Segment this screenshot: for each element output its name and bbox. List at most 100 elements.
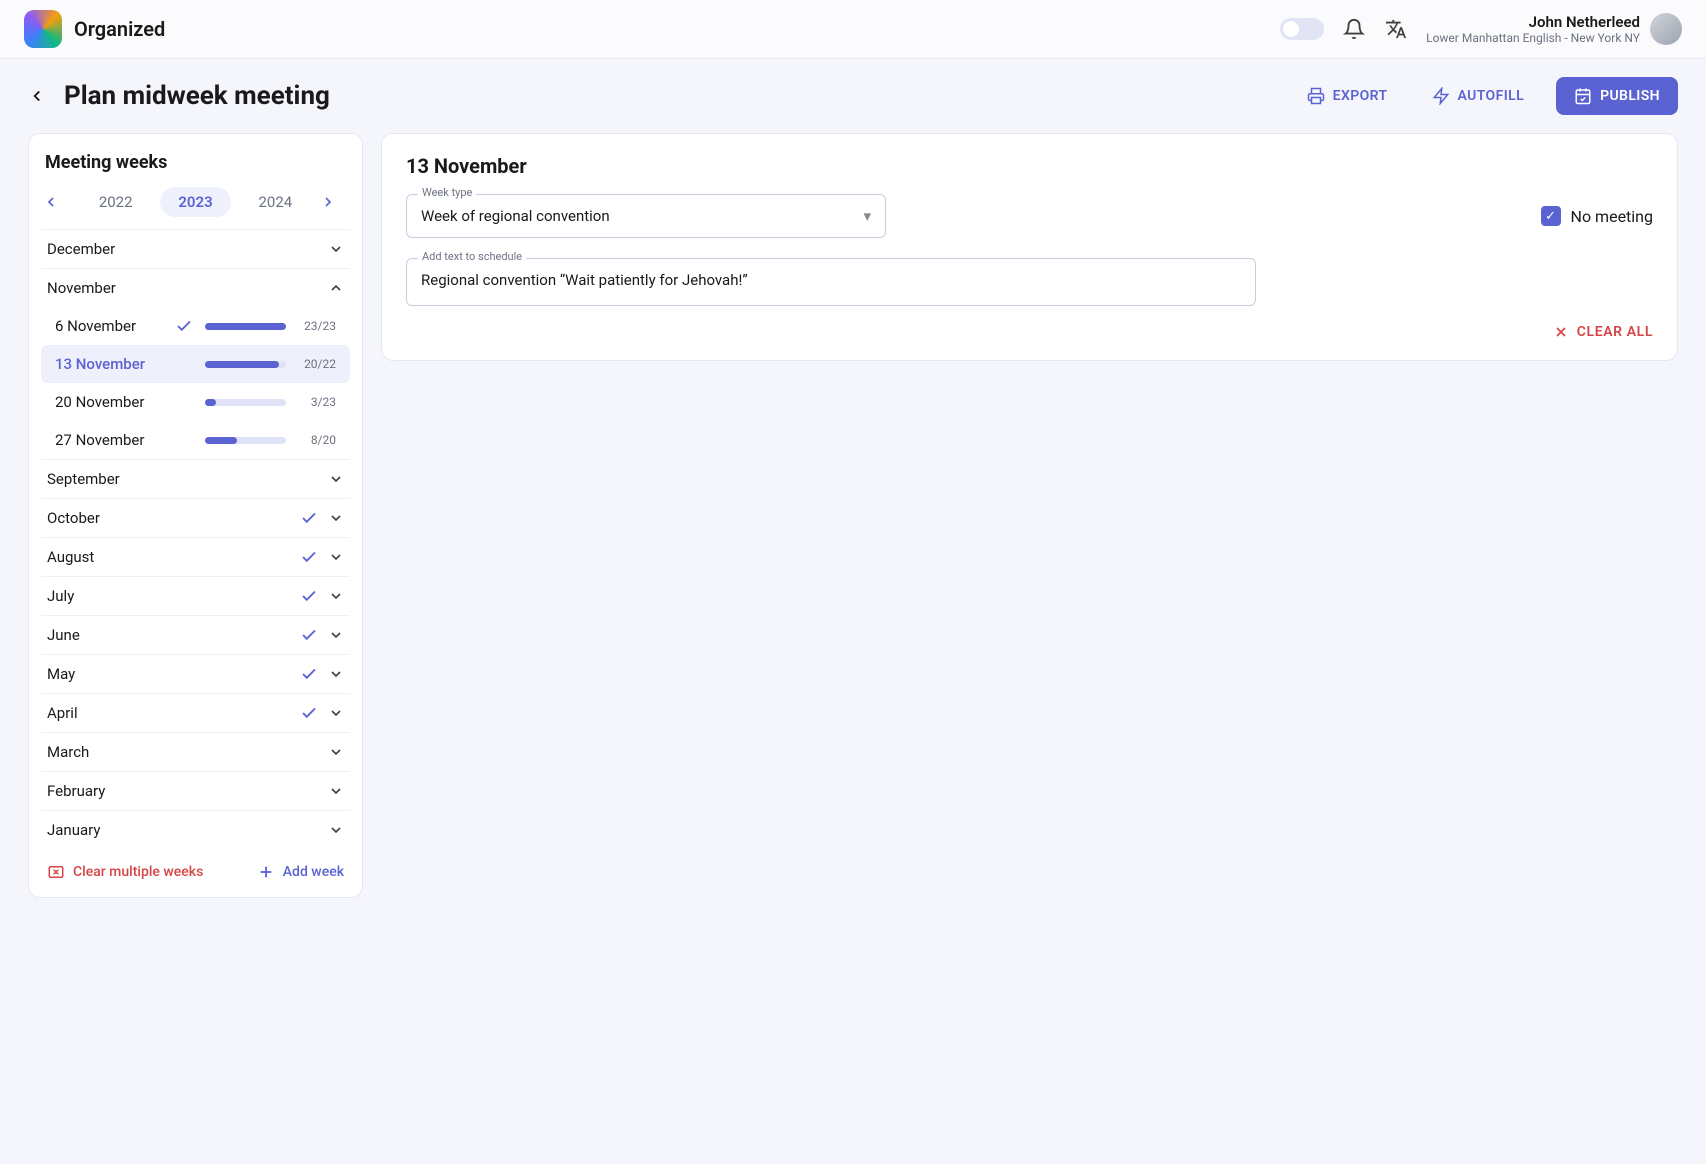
month-row[interactable]: September [41,459,350,498]
year-selector: 2022 2023 2024 [41,187,350,229]
month-row[interactable]: April [41,693,350,732]
progress-bar [205,437,286,444]
chevron-down-icon [328,783,344,799]
dropdown-icon: ▾ [863,207,871,225]
sidebar-title: Meeting weeks [41,152,350,187]
week-row[interactable]: 6 November 23/23 [41,307,350,345]
month-row[interactable]: March [41,732,350,771]
clear-multiple-button[interactable]: Clear multiple weeks [47,863,203,881]
topbar: Organized John Netherleed Lower Manhatta… [0,0,1706,59]
calendar-check-icon [1574,87,1592,105]
year-active[interactable]: 2023 [160,187,230,217]
user-block[interactable]: John Netherleed Lower Manhattan English … [1426,13,1682,45]
week-type-label: Week type [418,186,476,199]
week-count: 8/20 [296,433,336,447]
translate-icon[interactable] [1384,17,1408,41]
progress-bar [205,361,286,368]
month-name: July [47,587,74,605]
back-button[interactable] [28,87,46,105]
month-row[interactable]: December [41,229,350,268]
week-type-select[interactable]: Week of regional convention ▾ [406,194,886,238]
progress-bar [205,323,286,330]
month-name: November [47,279,116,297]
month-name: April [47,704,78,722]
week-label: 27 November [55,431,165,449]
month-row[interactable]: November [41,268,350,307]
week-type-field: Week type Week of regional convention ▾ [406,194,886,238]
chevron-down-icon [328,627,344,643]
chevron-down-icon [328,510,344,526]
schedule-input[interactable]: Regional convention “Wait patiently for … [406,258,1256,306]
year-prev[interactable]: 2022 [81,187,151,217]
month-row[interactable]: July [41,576,350,615]
check-icon [300,626,318,644]
progress-bar [205,399,286,406]
printer-icon [1307,87,1325,105]
month-row[interactable]: October [41,498,350,537]
no-meeting-toggle[interactable]: ✓ No meeting [1541,206,1653,226]
year-prev-button[interactable] [43,194,71,210]
month-row[interactable]: January [41,810,350,849]
chevron-down-icon [328,588,344,604]
autofill-button[interactable]: AUTOFILL [1420,77,1537,115]
check-icon [300,665,318,683]
week-count: 20/22 [296,357,336,371]
app-logo [24,10,62,48]
brand-name: Organized [74,17,165,41]
chevron-down-icon [328,241,344,257]
user-sub: Lower Manhattan English - New York NY [1426,31,1640,45]
week-row[interactable]: 13 November 20/22 [41,345,350,383]
week-count: 23/23 [296,319,336,333]
schedule-label: Add text to schedule [418,250,526,263]
export-button[interactable]: EXPORT [1295,77,1400,115]
month-name: February [47,782,105,800]
month-name: October [47,509,100,527]
chevron-down-icon [328,705,344,721]
month-name: March [47,743,89,761]
close-icon [1553,324,1569,340]
lightning-icon [1432,87,1450,105]
main-title: 13 November [406,154,1653,178]
main-panel: 13 November Week type Week of regional c… [381,133,1678,361]
bell-icon[interactable] [1342,17,1366,41]
check-icon [175,317,195,335]
week-count: 3/23 [296,395,336,409]
check-icon [300,509,318,527]
avatar [1650,13,1682,45]
month-name: September [47,470,120,488]
publish-button[interactable]: PUBLISH [1556,77,1678,115]
chevron-down-icon [328,471,344,487]
month-row[interactable]: February [41,771,350,810]
year-next[interactable]: 2024 [240,187,310,217]
theme-toggle[interactable] [1280,18,1324,40]
chevron-down-icon [328,549,344,565]
topbar-right: John Netherleed Lower Manhattan English … [1280,13,1682,45]
month-row[interactable]: June [41,615,350,654]
week-label: 13 November [55,355,165,373]
sidebar: Meeting weeks 2022 2023 2024 December Nov… [28,133,363,898]
plus-icon [257,863,275,881]
chevron-up-icon [328,280,344,296]
add-week-button[interactable]: Add week [257,863,344,881]
year-next-button[interactable] [320,194,348,210]
month-name: May [47,665,75,683]
month-name: January [47,821,100,839]
week-label: 20 November [55,393,165,411]
chevron-down-icon [328,744,344,760]
week-label: 6 November [55,317,165,335]
chevron-down-icon [328,822,344,838]
brand: Organized [24,10,165,48]
month-row[interactable]: May [41,654,350,693]
month-list: December November 6 November 23/23 13 Novemb… [41,229,350,849]
week-row[interactable]: 20 November 3/23 [41,383,350,421]
clear-all-button[interactable]: CLEAR ALL [1553,324,1653,340]
week-row[interactable]: 27 November 8/20 [41,421,350,459]
month-name: December [47,240,115,258]
month-name: June [47,626,80,644]
check-icon [300,704,318,722]
user-name: John Netherleed [1426,13,1640,31]
month-row[interactable]: August [41,537,350,576]
checkbox-checked-icon: ✓ [1541,206,1561,226]
month-name: August [47,548,94,566]
page-title: Plan midweek meeting [64,81,330,111]
